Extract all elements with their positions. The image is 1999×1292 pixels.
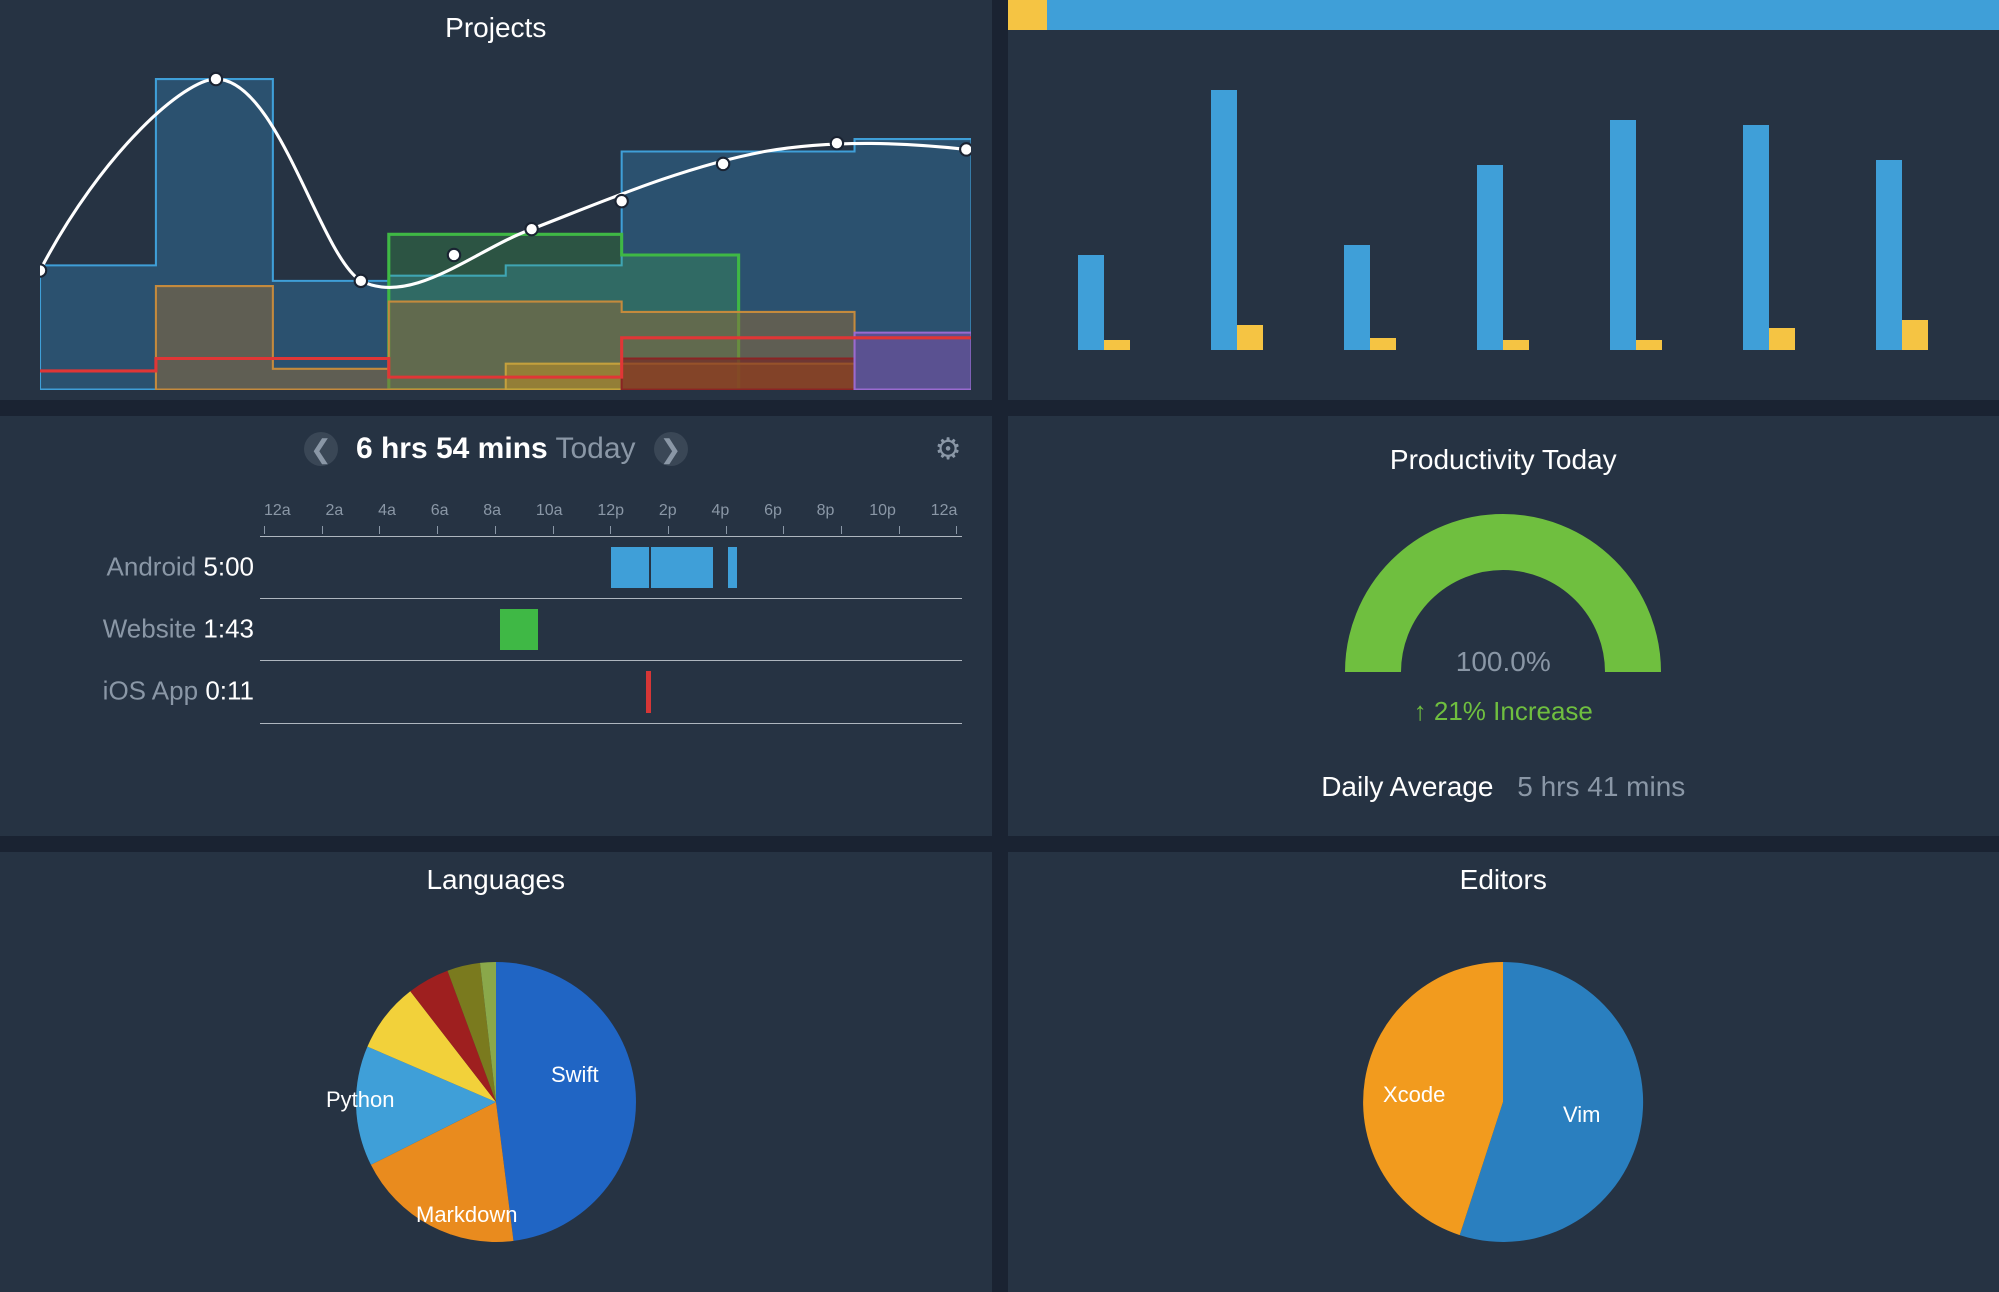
editors-panel: Editors Vim Xcode	[1008, 852, 1999, 1292]
svg-text:Python: Python	[326, 1087, 395, 1112]
languages-pie: Swift Markdown Python	[306, 912, 686, 1292]
arrow-up-icon: ↑	[1414, 696, 1427, 726]
row-label-ios: iOS App 0:11	[103, 676, 254, 707]
timeline-row-ios	[260, 661, 962, 723]
editors-title: Editors	[1008, 852, 1999, 896]
productivity-gauge	[1343, 512, 1663, 682]
svg-text:Swift: Swift	[551, 1062, 599, 1087]
projects-chart	[40, 48, 971, 390]
svg-text:Vim: Vim	[1563, 1102, 1601, 1127]
gear-icon[interactable]: ⚙	[935, 432, 962, 467]
languages-title: Languages	[0, 852, 992, 896]
row-label-android: Android 5:00	[107, 552, 254, 583]
timeline-axis: 12a2a4a 6a8a10a 12p2p4p 6p8p10p 12a	[260, 502, 962, 526]
editors-pie: Vim Xcode	[1313, 912, 1693, 1292]
timeline-rows	[260, 536, 962, 724]
svg-text:Markdown: Markdown	[416, 1202, 517, 1227]
productivity-panel: Productivity Today 100.0% ↑ 21% Increase…	[1008, 416, 1999, 836]
bar-chart	[1038, 60, 1970, 350]
timeline-row-website	[260, 599, 962, 661]
prev-day-button[interactable]: ❮	[304, 432, 338, 466]
next-day-button[interactable]: ❯	[654, 432, 688, 466]
today-panel: ❮ 6 hrs 54 mins Today ❯ ⚙ 12a2a4a 6a8a10…	[0, 416, 992, 836]
daily-average: Daily Average 5 hrs 41 mins	[1008, 771, 1999, 803]
row-label-website: Website 1:43	[103, 614, 254, 645]
languages-panel: Languages	[0, 852, 992, 1292]
projects-panel: Projects	[0, 0, 992, 400]
productivity-title: Productivity Today	[1008, 432, 1999, 476]
projects-title: Projects	[0, 0, 992, 44]
productivity-change: ↑ 21% Increase	[1008, 696, 1999, 727]
top-split-bar	[1008, 0, 1999, 30]
today-title: 6 hrs 54 mins Today	[356, 432, 636, 466]
svg-text:Xcode: Xcode	[1383, 1082, 1445, 1107]
weekly-bars-panel	[1008, 0, 1999, 400]
timeline-row-android	[260, 537, 962, 599]
